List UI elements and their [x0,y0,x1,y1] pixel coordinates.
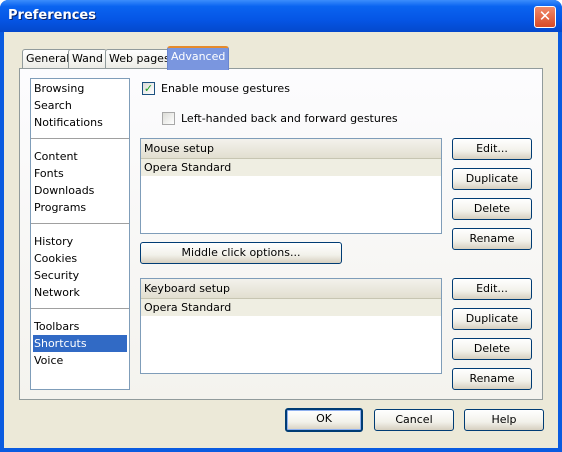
category-item-search[interactable]: Search [33,97,127,114]
category-item-notifications[interactable]: Notifications [33,114,127,131]
close-icon: ✕ [538,7,552,25]
category-list[interactable]: Browsing Search Notifications Content Fo… [30,78,130,390]
ok-button[interactable]: OK [285,408,363,432]
category-item-history[interactable]: History [33,233,127,250]
mouse-setup-list[interactable]: Mouse setup Opera Standard [140,138,442,234]
category-item-network[interactable]: Network [33,284,127,301]
mouse-edit-button[interactable]: Edit... [452,138,532,160]
cancel-button[interactable]: Cancel [374,409,454,431]
keyboard-rename-button[interactable]: Rename [452,368,532,390]
category-item-shortcuts[interactable]: Shortcuts [33,335,127,352]
category-group-3: History Cookies Security Network [31,224,129,309]
category-group-4: Toolbars Shortcuts Voice [31,309,129,389]
category-group-2: Content Fonts Downloads Programs [31,139,129,224]
category-item-content[interactable]: Content [33,148,127,165]
category-group-1: Browsing Search Notifications [31,79,129,139]
tab-wand[interactable]: Wand [68,49,107,69]
category-item-programs[interactable]: Programs [33,199,127,216]
category-item-voice[interactable]: Voice [33,352,127,369]
tab-advanced[interactable]: Advanced [167,46,230,70]
enable-mouse-gestures-checkbox[interactable]: ✓ [142,82,155,95]
close-button[interactable]: ✕ [534,6,556,28]
mouse-rename-button[interactable]: Rename [452,228,532,250]
title-bar[interactable]: Preferences ✕ [0,0,562,32]
keyboard-edit-button[interactable]: Edit... [452,278,532,300]
mouse-setup-row[interactable]: Opera Standard [141,159,441,176]
keyboard-setup-row[interactable]: Opera Standard [141,299,441,316]
category-item-downloads[interactable]: Downloads [33,182,127,199]
advanced-tab-panel: Browsing Search Notifications Content Fo… [19,68,543,400]
tab-general[interactable]: General [22,49,74,69]
tab-web-pages[interactable]: Web pages [105,49,174,69]
mouse-duplicate-button[interactable]: Duplicate [452,168,532,190]
keyboard-setup-list[interactable]: Keyboard setup Opera Standard [140,278,442,374]
category-item-cookies[interactable]: Cookies [33,250,127,267]
category-item-security[interactable]: Security [33,267,127,284]
category-item-browsing[interactable]: Browsing [33,80,127,97]
keyboard-setup-header[interactable]: Keyboard setup [141,279,441,299]
preferences-window: Preferences ✕ General Wand Web pages Adv… [0,0,562,452]
left-handed-gestures-checkbox[interactable] [162,112,175,125]
mouse-setup-header[interactable]: Mouse setup [141,139,441,159]
enable-mouse-gestures-label[interactable]: Enable mouse gestures [161,82,290,96]
category-item-toolbars[interactable]: Toolbars [33,318,127,335]
category-item-fonts[interactable]: Fonts [33,165,127,182]
dialog-body: General Wand Web pages Advanced Browsing… [4,32,558,448]
left-handed-gestures-label[interactable]: Left-handed back and forward gestures [181,112,398,126]
middle-click-options-button[interactable]: Middle click options... [140,242,342,264]
keyboard-delete-button[interactable]: Delete [452,338,532,360]
window-title: Preferences [8,8,96,23]
keyboard-duplicate-button[interactable]: Duplicate [452,308,532,330]
mouse-delete-button[interactable]: Delete [452,198,532,220]
help-button[interactable]: Help [464,409,544,431]
checkmark-icon: ✓ [143,82,154,95]
